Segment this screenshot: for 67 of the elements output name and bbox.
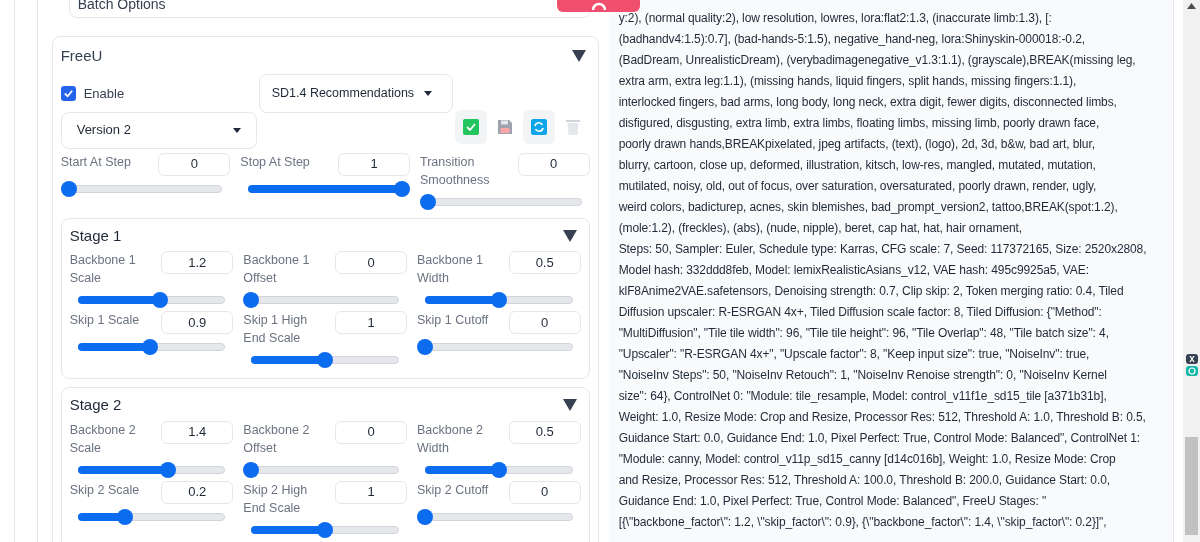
parameter-label: Skip 1 Scale [69,312,141,329]
number-input[interactable]: 0 [158,152,231,176]
slider-thumb[interactable] [317,352,334,368]
number-input[interactable]: 1.2 [161,251,234,274]
slider-thumb[interactable] [490,292,507,308]
scroll-up-arrow-icon [1187,3,1197,9]
slider-thumb[interactable] [142,339,158,355]
slider-thumb[interactable] [159,461,176,478]
parameter-label: Start At Step [60,153,132,171]
parameter-label: Transition Smoothness [420,153,491,189]
slider-thumb[interactable] [417,339,433,355]
number-input[interactable]: 0 [517,152,590,176]
parameter-label: Backbone 2 Scale [69,421,137,457]
parameter-label: Stop At Step [240,153,311,171]
number-input[interactable]: 0.9 [161,311,234,334]
number-input[interactable]: 1 [335,480,407,504]
slider-thumb[interactable] [394,180,410,197]
number-input[interactable]: 1 [335,311,407,334]
trash-icon [565,118,580,135]
parameter-label: Skip 2 Cutoff [417,481,490,499]
number-input[interactable]: 0.5 [508,251,581,274]
slider-thumb[interactable] [116,508,133,525]
parameter-label: Skip 1 Cutoff [417,312,490,329]
stage-title[interactable]: Stage 2 [69,394,122,417]
generation-parameters-text: y:2), (normal quality:2), low resolution, lowres, lora:flat2:1.3, (inaccurate limb:1.3), [: (badhandv4:1.5):0.7], (bad-hands-5:1.5), negative_hand-neg, lora:Shinyskin-000018:-0.2, (BadDream, UnrealisticDream), (verybadimagenegative_v1.3:1.1), (grayscale),BREAK(missing leg, extra arm, extra leg:1.1), (missing hands, liquid fingers, split hands, missing fingers:1.1), interlocked fingers, bad arms, long body, long neck, extra digit, fewer digits, disconnected limbs, disfigured, disgusting, extra limb, extra limbs, floating limbs, missing limb, poorly drawn face, poorly drawn hands,BREAKpixelated, jpeg artifacts, (text), (logo), 2d, 3d, b&w, bad art, blur, blurry, cartoon, close up, deformed, illustration, kitsch, low-res, mangled, mutated, mutation, mutilated, noisy, old, out of focus, over saturation, oversaturated, poorly drawn, render, ugly, weird colors, badicturep, acnes, skin blemishes, bad_prompt_version2, tattoo,BREAK(spot:1.2), (mole:1.2), (freckles), (abs), (nude, nipple), beret, cap hat, hat, hair ornament, Steps: 50, Sampler: Euler, Schedule type: Karras, CFG scale: 7, Seed: 117372165, Size: 2520x2808, Model hash: 332ddd8feb, Model: lemixRealisticAsians_v12, VAE hash: 495c9925a5, VAE: klF8Anime2VAE.safetensors, Denoising strength: 0.7, Clip skip: 2, Token merging ratio: 0.4, Tiled Diffusion upscaler: R-ESRGAN 4x+, Tiled Diffusion scale factor: 8, Tiled Diffusion: {"Method": "MultiDiffusion", "Tile tile width": 96, "Tile tile height": 96, "Tile Overlap": 48, "Tile batch size": 4, "Upscaler": "R-ESRGAN 4x+", "Upscale factor": 8, "Keep input size": true, "NoiseInv": true, "NoiseInv Steps": 50, "NoiseInv Retouch": 1, "NoiseInv Renoise strength": 0, "NoiseInv Kernel size": 64}, ControlNet 0: "Module: tile_resample, Model: control_v11f1e_sd15_tile [a371b31b], Weight: 1.0, Resize Mode: Crop and Resize, Processor Res: 512, Threshold A: 1.0, Threshold B: 0.5, Guidance Start: 0.0, Guidance End: 1.0, Pixel Perfect: True, Control Mode: Balanced", ControlNet 1: "Module: canny, Model: control_v11p_sd15_canny [d14c016b], Weight: 1.0, Resize Mode: Crop and Resize, Processor Res: 512, Threshold A: 100.0, Threshold B: 200.0, Guidance Start: 0.0, Guidance End: 1.0, Pixel Perfect: True, Control Mode: Balanced", FreeU Stages: " [{\"backbone_factor\": 1.2, \"skip_factor\": 0.9}, {\"backbone_factor\": 1.4, \"skip_factor\": 0.2}]", [618,10,1148,531]
parameter-label: Skip 1 High End Scale [243,312,309,347]
version-dropdown[interactable]: Version 2 [60,111,257,149]
parameter-label: Backbone 1 Scale [69,252,137,287]
slider-thumb[interactable] [243,461,260,478]
checkmark-icon [62,88,74,99]
checkbox[interactable] [60,86,76,101]
slider-thumb[interactable] [243,292,260,308]
parameter-label: Backbone 2 Offset [243,421,311,457]
slider-thumb[interactable] [152,292,169,308]
caret-up-icon [591,2,606,10]
slider-thumb[interactable] [420,193,436,210]
slider-thumb[interactable] [417,508,433,525]
number-input[interactable]: 1.4 [161,420,234,444]
check-icon [462,118,479,135]
slider-thumb[interactable] [60,180,77,197]
checkbox-label[interactable]: Enable [83,83,125,104]
scrollbar-thumb[interactable] [1185,437,1199,535]
parameter-label: Backbone 2 Width [417,421,485,457]
collapse-triangle-icon[interactable] [562,399,577,412]
collapse-tab[interactable] [557,0,640,12]
scrollbar[interactable] [1183,0,1200,542]
refresh-button[interactable] [522,109,555,144]
parameter-label: Skip 2 High End Scale [243,481,309,517]
number-input[interactable]: 0.5 [508,420,581,444]
slider-thumb[interactable] [317,521,334,538]
parameter-label: Backbone 1 Width [417,252,485,287]
parameter-label: Skip 2 Scale [69,481,141,499]
refresh-icon [530,118,547,135]
collapse-triangle-icon[interactable] [562,229,577,242]
parameter-label: Backbone 1 Offset [243,252,311,287]
number-input[interactable]: 0 [508,480,581,504]
number-input[interactable]: 1 [338,152,410,176]
number-input[interactable]: 0 [508,311,581,334]
close-circle-icon[interactable] [1186,354,1198,364]
panel-title[interactable]: FreeU [60,45,103,68]
preset-dropdown[interactable]: SD1.4 Recommendations [258,73,453,113]
collapse-triangle-icon[interactable] [571,50,586,63]
number-input[interactable]: 0 [335,420,407,444]
stage-title[interactable]: Stage 1 [69,224,122,247]
number-input[interactable]: 0 [335,251,407,274]
slider-thumb[interactable] [490,461,507,478]
number-input[interactable]: 0.2 [161,480,234,504]
